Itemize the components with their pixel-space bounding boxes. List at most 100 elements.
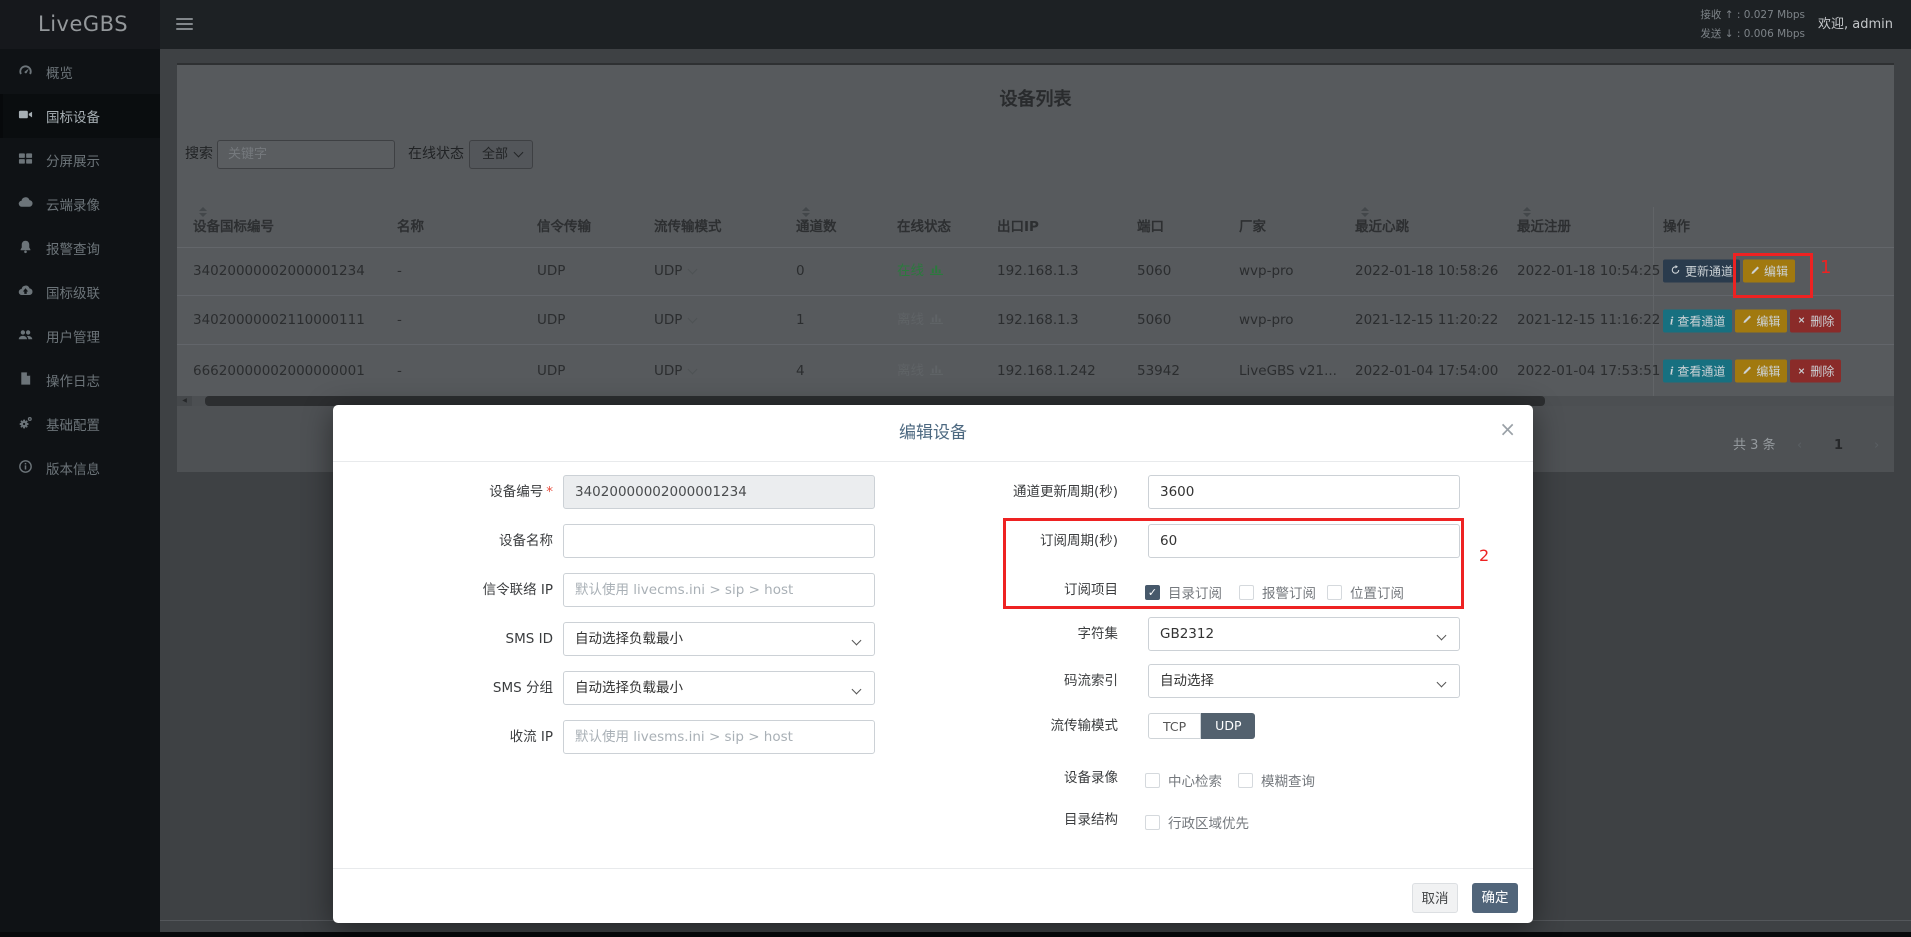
center-search-checkbox[interactable]: 中心检索 xyxy=(1145,770,1222,790)
col-signal-transport: 信令传输 xyxy=(537,207,591,247)
cell-port: 53942 xyxy=(1137,345,1180,397)
checkbox-icon[interactable] xyxy=(1145,815,1160,830)
cancel-button[interactable]: 取消 xyxy=(1412,883,1458,913)
refresh-icon xyxy=(1670,264,1681,278)
sidebar-item-label: 报警查询 xyxy=(46,238,100,258)
chevron-down-icon xyxy=(688,313,698,323)
row-actions: i查看通道 编辑 删除 xyxy=(1663,309,1841,332)
view-channels-button[interactable]: i查看通道 xyxy=(1663,360,1732,383)
sidebar-item-gb-cascade[interactable]: 国标级联 xyxy=(0,270,160,314)
view-channels-button[interactable]: i查看通道 xyxy=(1663,309,1732,332)
charset-select[interactable]: GB2312 xyxy=(1148,617,1460,651)
chevron-down-icon xyxy=(1437,631,1447,641)
search-input[interactable] xyxy=(217,140,395,169)
cell-name: - xyxy=(397,296,402,345)
info-icon: i xyxy=(1670,364,1673,379)
cell-vendor: wvp-pro xyxy=(1239,296,1294,345)
close-icon[interactable]: × xyxy=(1499,419,1516,439)
cell-stream-select[interactable]: UDP xyxy=(654,296,696,345)
cell-stream-select[interactable]: UDP xyxy=(654,247,696,295)
field-channel-refresh: 通道更新周期(秒) xyxy=(333,475,1533,509)
cell-status-offline: 离线 xyxy=(897,345,943,397)
bar-chart-icon[interactable] xyxy=(930,345,943,397)
pagination-next[interactable]: › xyxy=(1874,433,1879,459)
cell-heartbeat: 2021-12-15 11:20:22 xyxy=(1355,296,1498,345)
cell-channels: 0 xyxy=(796,247,805,295)
cell-status-online[interactable]: 在线 xyxy=(897,247,943,295)
bar-chart-icon[interactable] xyxy=(930,247,943,295)
admin-region-first-checkbox[interactable]: 行政区域优先 xyxy=(1145,812,1249,832)
sidebar-item-gb-devices[interactable]: 国标设备 xyxy=(0,94,160,138)
sidebar-item-alarm-query[interactable]: 报警查询 xyxy=(0,226,160,270)
edit-device-button[interactable]: 编辑 xyxy=(1735,309,1787,332)
x-icon xyxy=(1797,364,1806,378)
scroll-left-button[interactable]: ◀ xyxy=(177,396,192,406)
cell-registered: 2022-01-18 10:54:25 xyxy=(1517,247,1660,295)
user-menu[interactable]: 欢迎, admin xyxy=(1808,0,1903,49)
sidebar-item-cloud-record[interactable]: 云端录像 xyxy=(0,182,160,226)
sidebar-item-label: 操作日志 xyxy=(46,370,100,390)
sidebar-item-version-info[interactable]: 版本信息 xyxy=(0,446,160,490)
pencil-icon xyxy=(1742,314,1752,328)
edit-device-modal: 编辑设备 × 设备编号* 设备名称 信令联络 IP SMS ID 自动选择负载最… xyxy=(333,405,1533,923)
sidebar-item-overview[interactable]: 概览 xyxy=(0,50,160,94)
confirm-button[interactable]: 确定 xyxy=(1472,883,1518,913)
sidebar-nav: 概览 国标设备 分屏展示 云端录像 报警查询 国标级联 用户管理 操作日志 xyxy=(0,49,160,932)
sidebar-item-label: 云端录像 xyxy=(46,194,100,214)
checkbox-icon[interactable] xyxy=(1238,773,1253,788)
update-channels-button[interactable]: 更新通道 xyxy=(1663,260,1740,283)
modal-title: 编辑设备 xyxy=(333,405,1533,461)
channel-refresh-period-input[interactable] xyxy=(1148,475,1460,509)
sidebar-item-split-screen[interactable]: 分屏展示 xyxy=(0,138,160,182)
row-actions: i查看通道 编辑 删除 xyxy=(1663,360,1841,383)
cell-channels: 4 xyxy=(796,345,805,397)
udp-toggle-button[interactable]: UDP xyxy=(1201,713,1255,739)
field-device-record: 设备录像 中心检索 模糊查询 xyxy=(333,761,1533,795)
sidebar-item-operation-log[interactable]: 操作日志 xyxy=(0,358,160,402)
stream-index-select[interactable]: 自动选择 xyxy=(1148,664,1460,698)
search-label: 搜索 xyxy=(185,140,213,169)
chevron-down-icon xyxy=(514,148,524,158)
sidebar-item-user-management[interactable]: 用户管理 xyxy=(0,314,160,358)
fuzzy-query-checkbox[interactable]: 模糊查询 xyxy=(1238,770,1315,790)
sidebar-item-label: 用户管理 xyxy=(46,326,100,346)
sidebar-item-basic-config[interactable]: 基础配置 xyxy=(0,402,160,446)
field-dir-structure: 目录结构 行政区域优先 xyxy=(333,803,1533,837)
col-vendor: 厂家 xyxy=(1239,207,1266,247)
window-bottom-bar xyxy=(0,932,1911,937)
gauge-icon xyxy=(18,63,33,82)
online-state-select[interactable]: 全部 xyxy=(469,140,533,169)
modal-header: 编辑设备 × xyxy=(333,405,1533,462)
cell-port: 5060 xyxy=(1137,247,1171,295)
table-header: 设备国标编号 名称 信令传输 流传输模式 通道数 在线状态 出口IP 端口 厂家… xyxy=(177,207,1894,248)
cell-device-id: 66620000002000000001 xyxy=(193,345,365,397)
col-stream-mode: 流传输模式 xyxy=(654,207,722,247)
tcp-toggle-button[interactable]: TCP xyxy=(1148,713,1201,739)
sidebar-item-label: 版本信息 xyxy=(46,458,100,478)
edit-device-button[interactable]: 编辑 xyxy=(1735,360,1787,383)
bar-chart-icon[interactable] xyxy=(930,296,943,345)
delete-device-button[interactable]: 删除 xyxy=(1790,309,1841,332)
cell-device-id: 34020000002000001234 xyxy=(193,247,365,295)
delete-device-button[interactable]: 删除 xyxy=(1790,360,1841,383)
field-stream-mode: 流传输模式 TCP UDP xyxy=(333,713,1533,739)
bell-icon xyxy=(18,239,33,258)
cell-heartbeat: 2022-01-04 17:54:00 xyxy=(1355,345,1498,397)
cell-device-id: 34020000002110000111 xyxy=(193,296,365,345)
table-row: 34020000002110000111 - UDP UDP 1 离线 192.… xyxy=(177,295,1894,345)
cell-status-offline: 离线 xyxy=(897,296,943,345)
page-title: 设备列表 xyxy=(177,85,1894,111)
col-online-state: 在线状态 xyxy=(897,207,951,247)
pagination-page-current[interactable]: 1 xyxy=(1834,433,1843,459)
cell-ip: 192.168.1.242 xyxy=(997,345,1096,397)
online-state-label: 在线状态 xyxy=(408,140,464,169)
sidebar-item-label: 基础配置 xyxy=(46,414,100,434)
menu-toggle-icon[interactable] xyxy=(176,18,193,33)
sort-icon xyxy=(199,207,207,217)
cell-stream-select[interactable]: UDP xyxy=(654,345,696,397)
sidebar-item-label: 国标级联 xyxy=(46,282,100,302)
checkbox-icon[interactable] xyxy=(1145,773,1160,788)
grid-icon xyxy=(18,151,33,170)
top-bar: LiveGBS 接收 ↑ : 0.027 Mbps 发送 ↓ : 0.006 M… xyxy=(0,0,1911,49)
pagination-prev[interactable]: ‹ xyxy=(1797,433,1802,459)
